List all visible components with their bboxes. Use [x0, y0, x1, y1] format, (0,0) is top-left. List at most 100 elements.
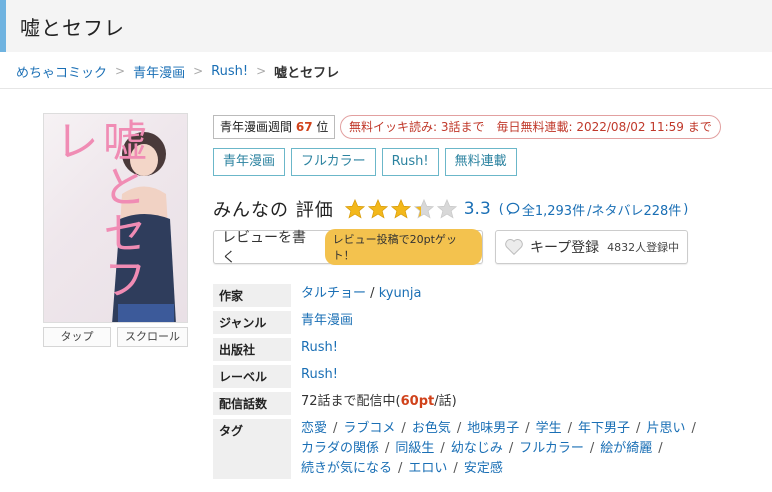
chevron-right-icon: > — [256, 64, 267, 78]
star-icon-partial — [413, 198, 434, 219]
page-title: 嘘とセフレ — [20, 16, 125, 40]
tag-separator: / — [589, 441, 595, 456]
info-key: 出版社 — [213, 338, 291, 361]
tag-link[interactable]: 年下男子 — [578, 421, 630, 436]
tag-link[interactable]: 幼なじみ — [451, 441, 503, 456]
keep-count: 4832人登録中 — [607, 241, 680, 254]
tag-link[interactable]: 続きが気になる — [301, 461, 392, 476]
star-icon-full — [344, 198, 365, 219]
episodes-unit: /話) — [434, 394, 457, 409]
page-title-bar: 嘘とセフレ — [0, 0, 772, 52]
tag-link[interactable]: 地味男子 — [467, 421, 519, 436]
tag-link[interactable]: 恋愛 — [301, 421, 327, 436]
author-link[interactable]: タルチョー — [301, 286, 366, 301]
star-icon-empty — [436, 198, 457, 219]
tag-link[interactable]: 安定感 — [464, 461, 503, 476]
breadcrumb: めちゃコミック > 青年漫画 > Rush! > 嘘とセフレ — [16, 60, 339, 82]
info-row-publisher: 出版社 Rush! — [213, 338, 753, 361]
tag-item: フルカラー / — [519, 439, 600, 459]
tag-separator: / — [453, 461, 458, 476]
tag-link[interactable]: 同級生 — [395, 441, 434, 456]
ranking-badge[interactable]: 青年漫画週間 67 位 — [213, 115, 336, 139]
tag-item: 地味男子 / — [467, 419, 535, 439]
rating-label: みんなの 評価 — [213, 200, 334, 221]
star-icon-full — [367, 198, 388, 219]
episodes-text: 72話まで配信中( — [301, 394, 401, 409]
breadcrumb-label[interactable]: Rush! — [211, 64, 248, 79]
divider — [0, 88, 772, 89]
author-link[interactable]: kyunja — [379, 286, 422, 301]
tag-separator: / — [508, 441, 514, 456]
keep-button[interactable]: キープ登録 4832人登録中 — [495, 230, 688, 264]
tag-item: 学生 / — [536, 419, 578, 439]
tap-mode-button[interactable]: タップ — [43, 327, 111, 347]
ranking-number: 67 — [295, 120, 313, 134]
info-key: 作家 — [213, 284, 291, 307]
tag-link[interactable]: カラダの関係 — [301, 441, 379, 456]
tag-link[interactable]: フルカラー — [519, 441, 584, 456]
rating-row: みんなの 評価 3.3 ( 全1,293件 /ネタバレ228件 ) — [213, 195, 688, 223]
tag-separator: / — [456, 421, 462, 436]
info-row-author: 作家 タルチョー / kyunja — [213, 284, 753, 307]
info-row-episodes: 配信話数 72話まで配信中(60pt/話) — [213, 392, 753, 415]
tag-separator: / — [525, 421, 530, 436]
cover-title-art: 嘘とセフレ — [47, 118, 146, 302]
chevron-right-icon: > — [115, 64, 126, 78]
info-key: ジャンル — [213, 311, 291, 334]
breadcrumb-home[interactable]: めちゃコミック — [16, 62, 107, 81]
tag-item: ラブコメ / — [343, 419, 411, 439]
episodes-value: 72話まで配信中(60pt/話) — [291, 392, 457, 415]
tag-full-color[interactable]: フルカラー — [291, 148, 376, 176]
publisher-link[interactable]: Rush! — [301, 340, 338, 355]
breadcrumb-genre[interactable]: 青年漫画 — [133, 62, 185, 81]
info-row-label: レーベル Rush! — [213, 365, 753, 388]
ranking-suffix: 位 — [316, 120, 329, 134]
star-icon-full — [390, 198, 411, 219]
breadcrumb-current: 嘘とセフレ — [274, 65, 340, 81]
review-counts[interactable]: ( 全1,293件 /ネタバレ228件 ) — [499, 200, 689, 219]
cover-image[interactable]: 嘘とセフレ — [43, 113, 188, 323]
tag-item: 幼なじみ / — [451, 439, 519, 459]
tag-link[interactable]: エロい — [408, 461, 447, 476]
info-key: タグ — [213, 419, 291, 479]
tag-link[interactable]: 学生 — [536, 421, 562, 436]
review-total: 全1,293件 — [521, 203, 586, 219]
tag-item: 同級生 / — [395, 439, 450, 459]
chevron-right-icon: > — [193, 64, 204, 78]
star-rating[interactable] — [344, 198, 458, 220]
tag-link[interactable]: ラブコメ — [343, 421, 395, 436]
info-key: 配信話数 — [213, 392, 291, 415]
tag-separator: / — [398, 461, 403, 476]
tag-separator: / — [385, 441, 390, 456]
tag-item: エロい / — [408, 459, 463, 479]
work-info-table: 作家 タルチョー / kyunja ジャンル 青年漫画 出版社 Rush! レー… — [213, 284, 753, 483]
paren-open: ( — [498, 201, 504, 217]
free-reading-badge[interactable]: 無料イッキ読み: 3話まで 毎日無料連載: 2022/08/02 11:59 ま… — [340, 115, 721, 139]
tag-separator: / — [636, 421, 641, 436]
tag-rush[interactable]: Rush! — [381, 148, 439, 176]
write-review-button[interactable]: レビューを書く レビュー投稿で20ptゲット！ — [213, 229, 483, 266]
tag-seinen[interactable]: 青年漫画 — [213, 148, 286, 176]
tag-separator: / — [440, 441, 445, 456]
tag-separator: / — [333, 421, 338, 436]
info-row-genre: ジャンル 青年漫画 — [213, 311, 753, 334]
scroll-mode-button[interactable]: スクロール — [117, 327, 188, 347]
tag-link[interactable]: 絵が綺麗 — [600, 441, 652, 456]
tag-item: 安定感 — [464, 459, 503, 479]
tag-item: 年下男子 / — [578, 419, 646, 439]
heart-icon — [505, 239, 523, 256]
tag-separator: / — [401, 421, 406, 436]
review-promo-badge: レビュー投稿で20ptゲット！ — [324, 229, 482, 265]
tag-list: 恋愛 / ラブコメ / お色気 / 地味男子 / 学生 / 年下男子 / 片思い / カラダの関係 / 同級生 /… — [291, 419, 721, 479]
genre-link[interactable]: 青年漫画 — [301, 313, 353, 328]
tag-link[interactable]: お色気 — [412, 421, 451, 436]
spoiler-count: /ネタバレ228件 — [587, 203, 682, 219]
genre-tag-row: 青年漫画 フルカラー Rush! 無料連載 — [213, 148, 517, 176]
author-separator: / — [370, 286, 375, 301]
speech-bubble-icon — [506, 202, 520, 216]
label-link[interactable]: Rush! — [301, 367, 338, 382]
tag-separator: / — [658, 441, 663, 456]
tag-free-serial[interactable]: 無料連載 — [444, 148, 517, 176]
info-value: タルチョー / kyunja — [291, 284, 422, 307]
tag-link[interactable]: 片思い — [646, 421, 685, 436]
